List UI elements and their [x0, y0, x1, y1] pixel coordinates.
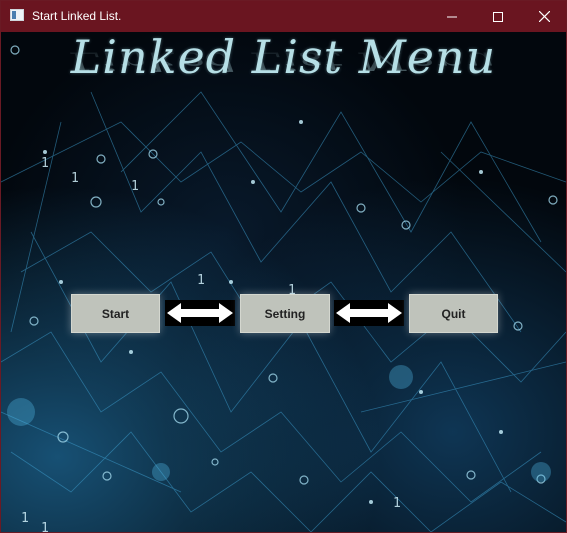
menu-title-reflection: Linked List Menu: [70, 46, 497, 76]
close-button[interactable]: [521, 1, 566, 32]
svg-text:1: 1: [71, 171, 79, 186]
svg-text:1: 1: [197, 273, 205, 288]
svg-text:1: 1: [393, 496, 401, 511]
svg-text:1: 1: [41, 521, 49, 532]
double-arrow-icon: [334, 300, 404, 326]
svg-text:1: 1: [41, 156, 49, 171]
app-icon: [10, 9, 24, 21]
window-title: Start Linked List.: [32, 9, 122, 23]
minimize-button[interactable]: [429, 1, 475, 32]
app-window: Start Linked List. 1 1 1 1 1 1 1 1 Linke…: [0, 0, 567, 533]
network-background-image: 11 11 11 11: [1, 45, 566, 532]
close-icon: [538, 11, 550, 22]
quit-button[interactable]: Quit: [409, 294, 498, 333]
double-arrow-icon: [165, 300, 235, 326]
setting-button[interactable]: Setting: [240, 294, 330, 333]
svg-text:1: 1: [131, 179, 139, 194]
svg-text:1: 1: [21, 511, 29, 526]
maximize-icon: [493, 11, 503, 22]
menu-canvas: 11 11 11 11 Linked List Menu Linked List…: [1, 32, 566, 532]
title-bar[interactable]: Start Linked List.: [1, 1, 566, 32]
maximize-button[interactable]: [475, 1, 521, 32]
start-button[interactable]: Start: [71, 294, 160, 333]
minimize-icon: [447, 16, 457, 17]
